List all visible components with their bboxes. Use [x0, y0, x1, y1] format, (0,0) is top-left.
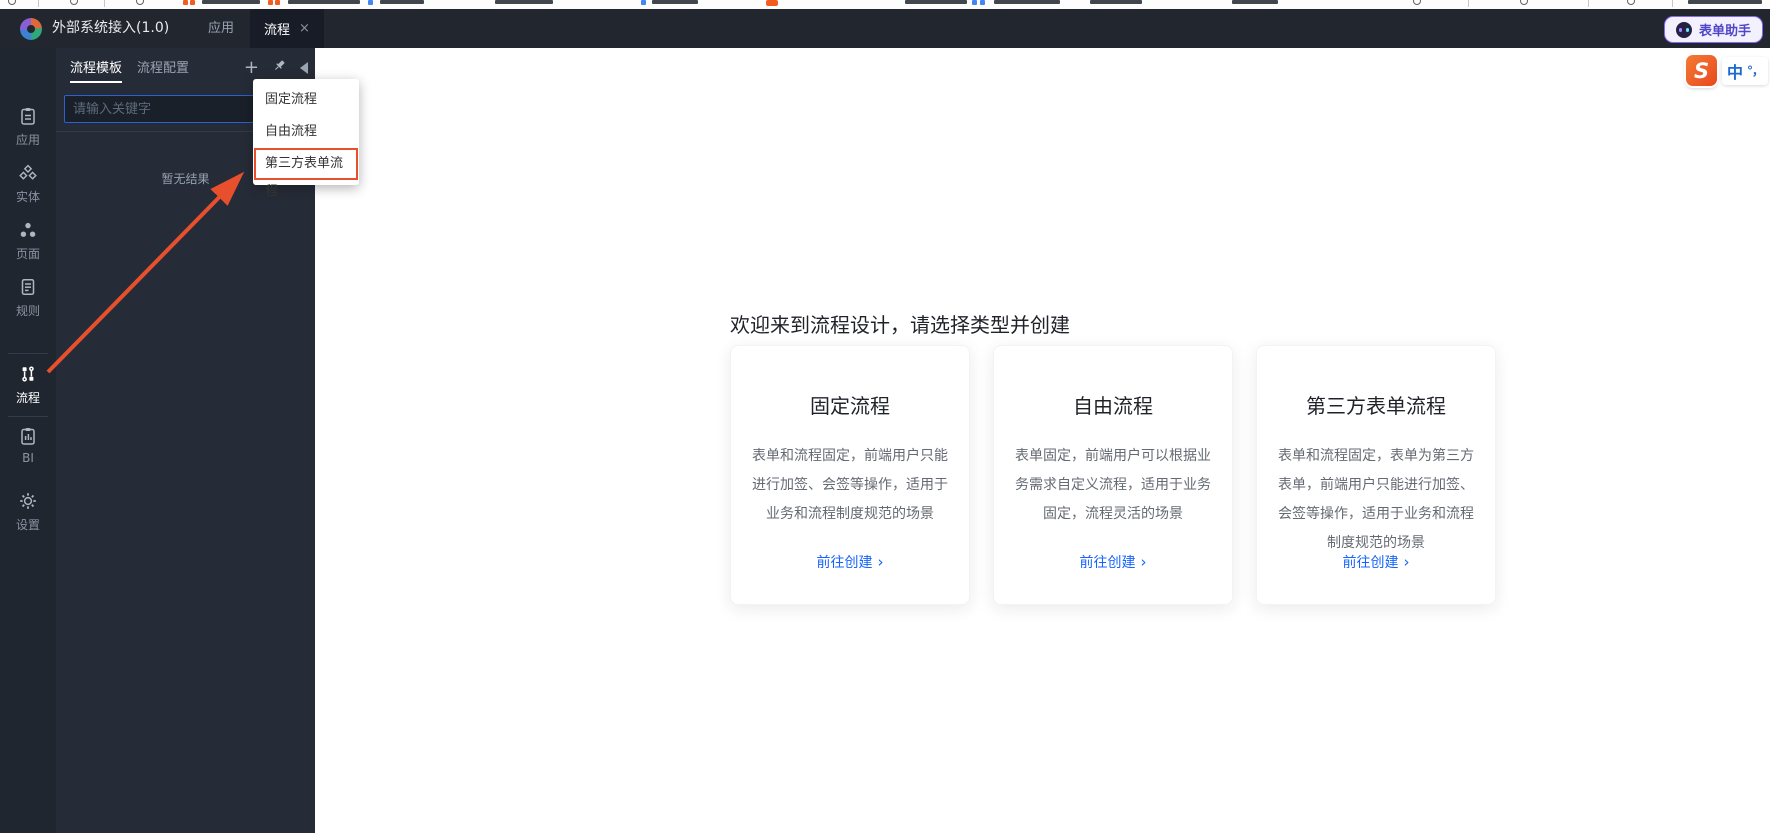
add-flow-button[interactable]: + [244, 58, 259, 76]
bi-icon [21, 428, 35, 445]
app-header: 外部系统接入(1.0) 应用 流程 × [0, 9, 1770, 48]
bookmark-text [1232, 0, 1278, 4]
page-icon [20, 222, 36, 237]
bookmark-text [202, 0, 260, 4]
bookmark-favicon [183, 0, 188, 5]
main-content: 欢迎来到流程设计，请选择类型并创建 固定流程 表单和流程固定，前端用户只能进行加… [315, 48, 1770, 833]
assistant-robot-icon [1676, 21, 1692, 38]
card-description: 表单和流程固定，表单为第三方表单，前端用户只能进行加签、会签等操作，适用于业务和… [1278, 448, 1474, 551]
card-title: 自由流程 [1073, 394, 1153, 418]
globe-favicon [8, 0, 16, 5]
bookmark-favicon [268, 0, 273, 5]
bookmark-text [994, 0, 1060, 4]
card-fixed-flow[interactable]: 固定流程 表单和流程固定，前端用户只能进行加签、会签等操作，适用于业务和流程制度… [730, 345, 970, 605]
rail-item-app[interactable]: 应用 [0, 106, 56, 148]
tab-flow-config[interactable]: 流程配置 [137, 57, 189, 83]
card-title: 第三方表单流程 [1306, 394, 1446, 418]
card-free-flow[interactable]: 自由流程 表单固定，前端用户可以根据业务需求自定义流程，适用于业务固定，流程灵活… [993, 345, 1233, 605]
globe-favicon [1627, 0, 1635, 5]
rail-item-flow[interactable]: 流程 [0, 364, 56, 406]
card-title: 固定流程 [810, 394, 890, 418]
bookmark-favicon [766, 0, 778, 6]
card-description: 表单和流程固定，前端用户只能进行加签、会签等操作，适用于业务和流程制度规范的场景 [752, 448, 948, 522]
flow-type-cards: 固定流程 表单和流程固定，前端用户只能进行加签、会签等操作，适用于业务和流程制度… [730, 345, 1496, 605]
rail-item-bi[interactable]: BI [0, 426, 56, 465]
tab-flow-label: 流程 [264, 23, 291, 38]
bookmark-text [652, 0, 698, 4]
card-description: 表单固定，前端用户可以根据业务需求自定义流程，适用于业务固定，流程灵活的场景 [1015, 448, 1211, 522]
create-link-third-party-form-flow[interactable]: 前往创建 › [1257, 552, 1495, 572]
rail-item-settings[interactable]: 设置 [0, 491, 56, 533]
form-assistant-button[interactable]: 表单助手 [1664, 16, 1764, 43]
chevron-right-icon: › [877, 553, 884, 571]
chevron-right-icon: › [1403, 553, 1410, 571]
bookmark-text [905, 0, 967, 4]
create-flow-menu: 固定流程 自由流程 第三方表单流程 [253, 79, 359, 199]
panel-tabs: 流程模板 流程配置 [70, 57, 189, 83]
app-icon [21, 108, 35, 125]
entity-icon [19, 164, 37, 180]
bookmark-text [1688, 0, 1762, 4]
collapse-panel-icon[interactable] [300, 61, 308, 74]
settings-icon [20, 493, 36, 509]
create-link-free-flow[interactable]: 前往创建 › [994, 552, 1232, 572]
assistant-label: 表单助手 [1699, 24, 1752, 39]
bookmark-favicon [275, 0, 280, 5]
bookmark-favicon [980, 0, 985, 5]
sogou-logo-icon[interactable]: S [1686, 55, 1717, 86]
rule-icon [21, 279, 35, 295]
bookmark-text [380, 0, 424, 4]
app-logo-icon[interactable] [20, 18, 42, 40]
close-icon[interactable]: × [299, 21, 310, 36]
app-title: 外部系统接入(1.0) [52, 20, 170, 36]
chevron-right-icon: › [1140, 553, 1147, 571]
pin-icon[interactable] [272, 58, 287, 77]
bookmark-text [288, 0, 360, 4]
bookmark-text [495, 0, 553, 4]
card-third-party-form-flow[interactable]: 第三方表单流程 表单和流程固定，表单为第三方表单，前端用户只能进行加签、会签等操… [1256, 345, 1496, 605]
menu-item-third-party-form-flow[interactable]: 第三方表单流程 [254, 148, 358, 199]
tab-application[interactable]: 应用 [196, 9, 246, 48]
globe-favicon [1413, 0, 1421, 5]
flow-icon [22, 366, 34, 382]
ime-toolbar[interactable]: S 中 °， [1686, 55, 1769, 86]
globe-favicon [136, 0, 144, 5]
create-link-fixed-flow[interactable]: 前往创建 › [731, 552, 969, 572]
browser-bookmarks-strip [0, 0, 1770, 9]
rail-item-page[interactable]: 页面 [0, 220, 56, 262]
left-icon-rail: 应用 实体 页面 规则 流程 BI 设置 [0, 48, 56, 833]
tab-flow-template[interactable]: 流程模板 [70, 57, 123, 83]
welcome-heading: 欢迎来到流程设计，请选择类型并创建 [730, 313, 1070, 337]
bookmark-favicon [368, 0, 373, 5]
bookmark-favicon [972, 0, 977, 5]
rail-item-entity[interactable]: 实体 [0, 163, 56, 205]
bookmark-favicon [641, 0, 646, 5]
ime-punctuation-icon[interactable]: °， [1747, 62, 1764, 79]
bookmark-text [1090, 0, 1142, 4]
globe-favicon [1520, 0, 1528, 5]
tab-flow[interactable]: 流程 × [250, 9, 324, 48]
menu-item-fixed-flow[interactable]: 固定流程 [253, 84, 359, 116]
rail-item-rule[interactable]: 规则 [0, 277, 56, 319]
bookmark-favicon [190, 0, 195, 5]
ime-mode-indicator[interactable]: 中 [1727, 59, 1743, 83]
globe-favicon [70, 0, 78, 5]
menu-item-free-flow[interactable]: 自由流程 [253, 116, 359, 148]
